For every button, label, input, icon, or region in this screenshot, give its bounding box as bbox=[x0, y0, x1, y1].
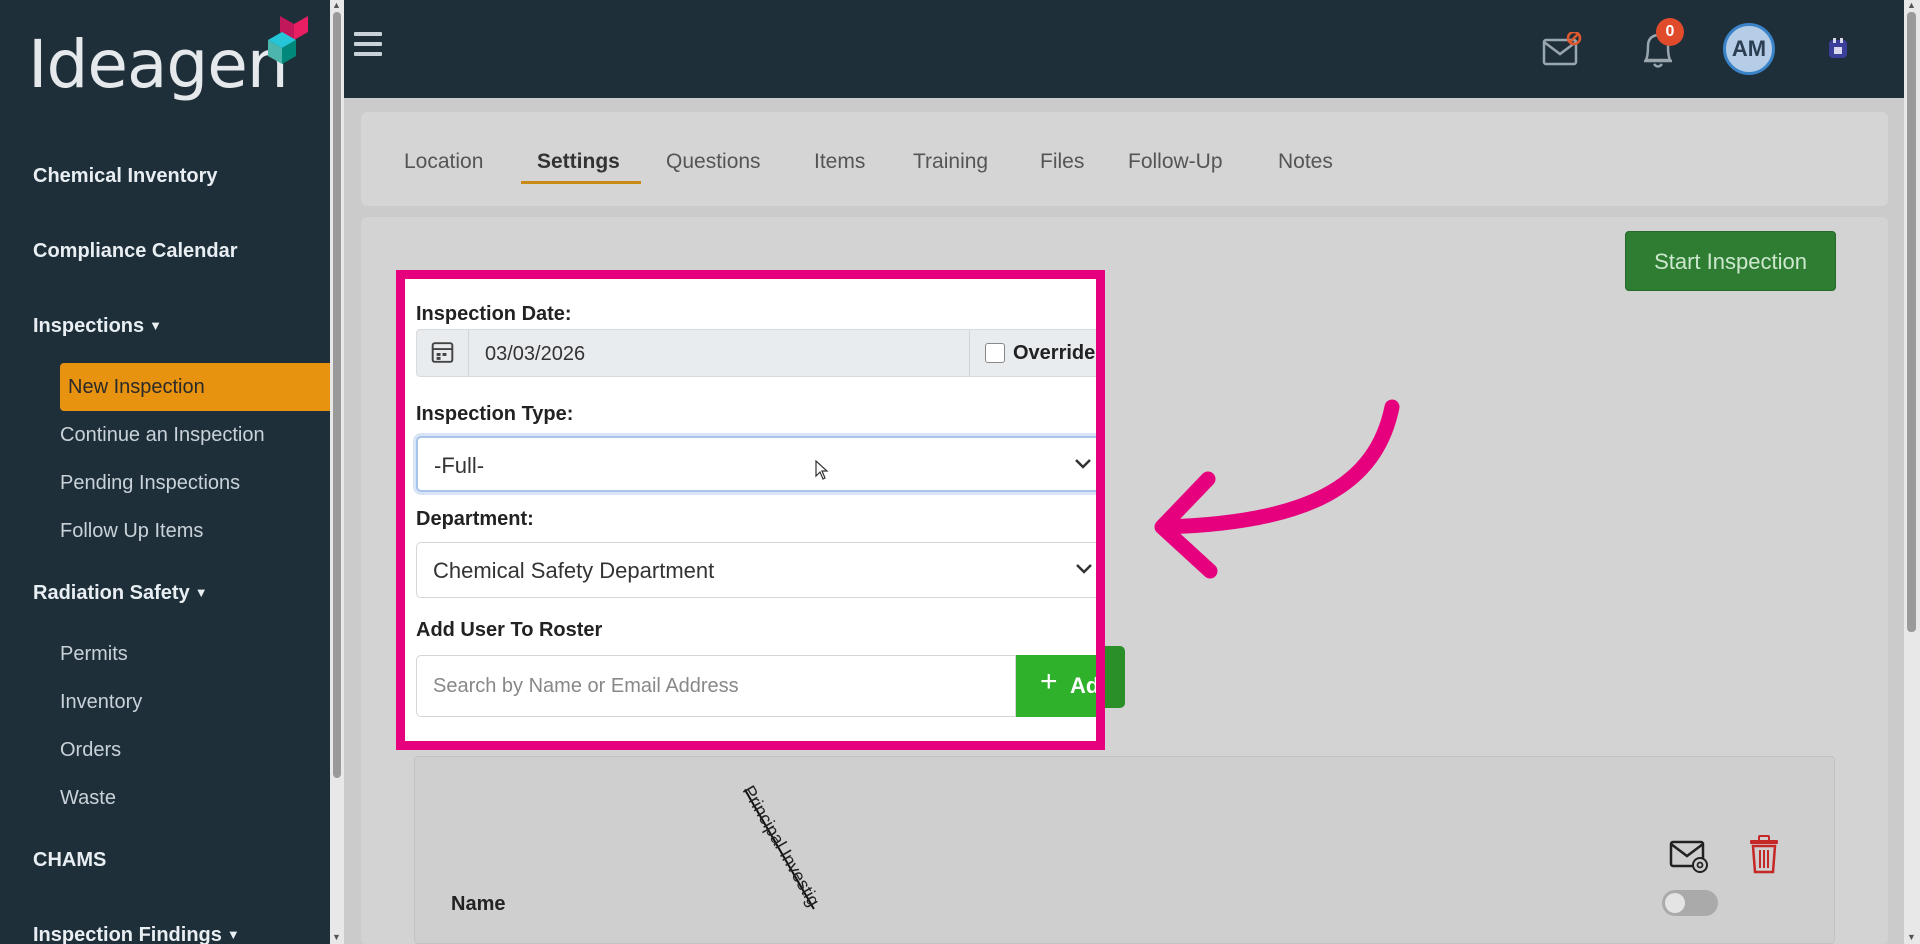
inspection-type-select[interactable]: -Full- bbox=[416, 436, 1096, 492]
override-label[interactable]: Override bbox=[1013, 342, 1095, 365]
page-scrollbar[interactable]: ▲ ▼ bbox=[1904, 0, 1920, 944]
scrollbar-thumb[interactable] bbox=[333, 12, 341, 778]
inspection-settings-form: Inspection Date: 03/03/2026 Override Ins… bbox=[396, 270, 1105, 750]
sidebar-item-orders[interactable]: Orders bbox=[60, 739, 121, 762]
user-menu-icon[interactable] bbox=[1826, 36, 1850, 62]
sidebar-item-inventory[interactable]: Inventory bbox=[60, 691, 142, 714]
sidebar: Ideagen Chemical Inventory Compliance Ca… bbox=[0, 0, 330, 944]
annotation-arrow-icon bbox=[1154, 399, 1400, 579]
add-user-roster-label: Add User To Roster bbox=[416, 619, 603, 641]
sidebar-item-new-inspection[interactable]: New Inspection bbox=[60, 363, 330, 411]
sidebar-item-pending-inspections[interactable]: Pending Inspections bbox=[60, 472, 240, 495]
mouse-cursor-icon bbox=[815, 460, 829, 480]
department-label: Department: bbox=[416, 508, 534, 530]
start-inspection-button[interactable]: Start Inspection bbox=[1625, 231, 1836, 291]
tab-questions[interactable]: Questions bbox=[666, 150, 761, 174]
add-user-button[interactable]: + Add bbox=[1016, 655, 1100, 717]
sidebar-item-waste[interactable]: Waste bbox=[60, 787, 116, 810]
tab-location[interactable]: Location bbox=[404, 150, 483, 174]
sidebar-item-continue-inspection[interactable]: Continue an Inspection bbox=[60, 424, 265, 447]
name-column-header: Name bbox=[451, 893, 506, 915]
tab-training[interactable]: Training bbox=[913, 150, 988, 174]
add-button-overflow[interactable] bbox=[1105, 646, 1125, 708]
scroll-down-arrow-icon[interactable]: ▼ bbox=[1907, 932, 1916, 942]
inspection-date-label: Inspection Date: bbox=[416, 303, 572, 325]
roster-table bbox=[414, 756, 1835, 944]
notification-badge: 0 bbox=[1656, 18, 1684, 46]
notify-toggle[interactable] bbox=[1662, 890, 1718, 916]
inspection-date-field: 03/03/2026 Override bbox=[416, 329, 1096, 377]
sidebar-item-inspections[interactable]: Inspections ▼ bbox=[33, 315, 162, 338]
department-value: Chemical Safety Department bbox=[433, 558, 715, 583]
caret-down-icon: ▼ bbox=[149, 318, 163, 333]
hamburger-menu-icon[interactable] bbox=[354, 32, 382, 56]
caret-down-icon: ▼ bbox=[226, 927, 240, 942]
scroll-up-arrow-icon[interactable]: ▲ bbox=[332, 0, 341, 10]
logo-text: Ideagen bbox=[28, 26, 289, 103]
active-tab-indicator bbox=[521, 181, 641, 184]
tab-settings[interactable]: Settings bbox=[537, 150, 620, 174]
sidebar-item-label: New Inspection bbox=[68, 376, 205, 398]
chevron-down-icon bbox=[1075, 459, 1091, 469]
caret-down-icon: ▼ bbox=[194, 585, 208, 600]
sidebar-item-radiation-safety[interactable]: Radiation Safety ▼ bbox=[33, 582, 208, 605]
user-avatar[interactable]: AM bbox=[1723, 23, 1775, 75]
plus-icon: + bbox=[1040, 665, 1058, 698]
top-bar: 0 AM bbox=[344, 0, 1904, 98]
ideagen-logo[interactable]: Ideagen bbox=[28, 14, 308, 104]
sidebar-item-permits[interactable]: Permits bbox=[60, 643, 128, 666]
scrollbar-thumb[interactable] bbox=[1907, 12, 1916, 632]
override-checkbox[interactable] bbox=[985, 343, 1005, 363]
email-at-icon[interactable] bbox=[1669, 838, 1709, 874]
sidebar-item-chams[interactable]: CHAMS bbox=[33, 849, 106, 872]
scroll-up-arrow-icon[interactable]: ▲ bbox=[1907, 0, 1916, 10]
tab-files[interactable]: Files bbox=[1040, 150, 1084, 174]
trash-icon[interactable] bbox=[1747, 834, 1781, 874]
toggle-knob bbox=[1665, 893, 1685, 913]
tabs-bar: Location Settings Questions Items Traini… bbox=[361, 112, 1888, 206]
inspection-type-value: -Full- bbox=[434, 453, 485, 478]
department-select[interactable]: Chemical Safety Department bbox=[416, 542, 1096, 598]
inspection-date-value: 03/03/2026 bbox=[485, 343, 586, 365]
add-button-label: Add bbox=[1070, 673, 1100, 698]
mail-disabled-icon[interactable] bbox=[1542, 32, 1582, 66]
logo-mark-icon bbox=[268, 16, 308, 64]
scroll-down-arrow-icon[interactable]: ▼ bbox=[332, 932, 341, 942]
tab-items[interactable]: Items bbox=[814, 150, 865, 174]
sidebar-scrollbar[interactable]: ▲ ▼ bbox=[330, 0, 344, 944]
field-divider bbox=[969, 330, 970, 376]
calendar-icon[interactable] bbox=[417, 330, 469, 376]
chevron-down-icon bbox=[1076, 564, 1092, 574]
user-search-input[interactable] bbox=[416, 655, 1016, 717]
sidebar-item-label: Inspection Findings bbox=[33, 924, 222, 944]
inspection-type-label: Inspection Type: bbox=[416, 403, 574, 425]
sidebar-item-compliance-calendar[interactable]: Compliance Calendar bbox=[33, 240, 238, 263]
sidebar-item-label: Radiation Safety bbox=[33, 582, 190, 604]
tab-follow-up[interactable]: Follow-Up bbox=[1128, 150, 1223, 174]
tab-notes[interactable]: Notes bbox=[1278, 150, 1333, 174]
sidebar-item-label: Inspections bbox=[33, 315, 145, 337]
sidebar-item-follow-up-items[interactable]: Follow Up Items bbox=[60, 520, 203, 543]
sidebar-item-chemical-inventory[interactable]: Chemical Inventory bbox=[33, 165, 218, 188]
sidebar-item-inspection-findings[interactable]: Inspection Findings ▼ bbox=[33, 924, 240, 944]
